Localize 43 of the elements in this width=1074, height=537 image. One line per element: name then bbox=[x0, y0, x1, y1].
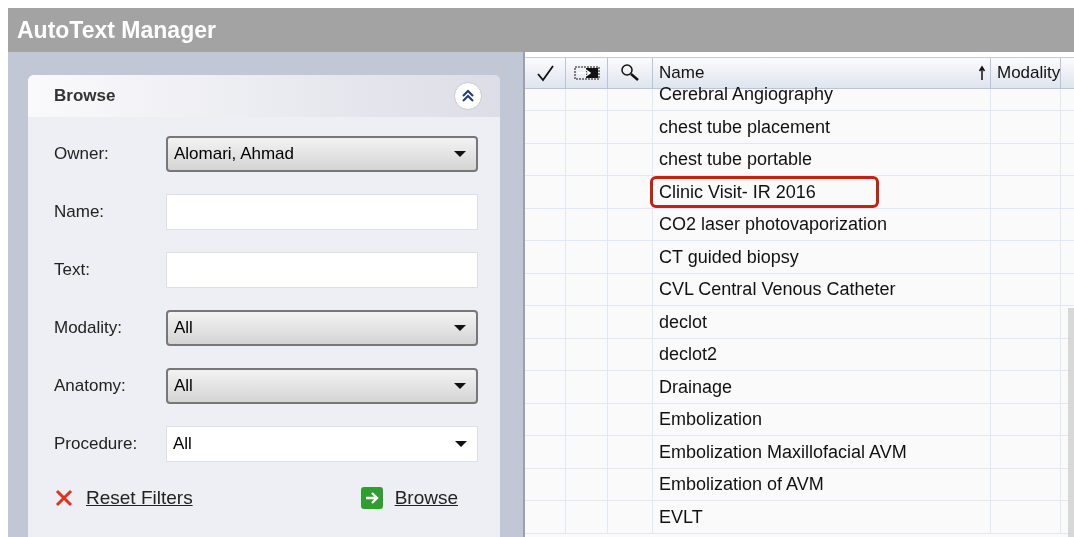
column-header[interactable]: Name bbox=[653, 58, 991, 88]
table-cell[interactable]: CT guided biopsy bbox=[650, 240, 808, 273]
input-field[interactable] bbox=[166, 194, 478, 230]
column-header[interactable]: Modality bbox=[991, 58, 1061, 88]
insert-column-icon bbox=[573, 65, 600, 81]
table-cell[interactable]: declot bbox=[650, 305, 717, 338]
link[interactable]: Reset Filters bbox=[86, 487, 193, 509]
field-label: Procedure: bbox=[54, 434, 139, 454]
combo-box[interactable]: All bbox=[166, 426, 478, 462]
table-cell[interactable]: CO2 laser photovaporization bbox=[650, 208, 897, 241]
table-cell[interactable]: Embolization Maxillofacial AVM bbox=[650, 435, 916, 468]
caret-icon bbox=[454, 151, 466, 157]
dropdown[interactable]: Alomari, Ahmad bbox=[166, 136, 478, 172]
caret-icon bbox=[454, 383, 466, 389]
table-cell[interactable]: Embolization of AVM bbox=[650, 468, 833, 501]
table-cell[interactable]: declot2 bbox=[650, 338, 727, 371]
check-icon bbox=[536, 64, 554, 82]
link[interactable]: Browse bbox=[394, 487, 458, 509]
table-cell[interactable]: EVLT bbox=[650, 500, 712, 533]
field-label: Owner: bbox=[54, 144, 110, 164]
scrollbar[interactable] bbox=[1068, 308, 1074, 537]
field-label: Text: bbox=[54, 260, 91, 280]
field-label: Anatomy: bbox=[54, 376, 127, 396]
table-cell[interactable]: chest tube placement bbox=[650, 110, 840, 143]
card-title: Browse bbox=[54, 86, 116, 106]
arrow-right-icon bbox=[360, 487, 383, 509]
caret-icon bbox=[455, 441, 467, 447]
input-field[interactable] bbox=[166, 252, 478, 288]
close-icon bbox=[54, 488, 74, 508]
table-cell[interactable]: Drainage bbox=[650, 370, 742, 403]
dropdown[interactable]: All bbox=[166, 368, 478, 404]
field-label: Name: bbox=[54, 202, 106, 222]
caret-icon bbox=[454, 325, 466, 331]
collapse-button[interactable] bbox=[454, 82, 482, 110]
table-cell[interactable]: chest tube portable bbox=[650, 143, 822, 176]
search-icon bbox=[620, 63, 640, 83]
field-label: Modality: bbox=[54, 318, 124, 338]
window-title: AutoText Manager bbox=[17, 16, 216, 44]
chevron-icon bbox=[461, 89, 475, 103]
table-cell[interactable]: Clinic Visit- IR 2016 bbox=[650, 175, 879, 208]
dropdown[interactable]: All bbox=[166, 310, 478, 346]
table-cell[interactable]: Embolization bbox=[650, 403, 772, 436]
table-cell[interactable]: CVL Central Venous Catheter bbox=[650, 273, 905, 306]
